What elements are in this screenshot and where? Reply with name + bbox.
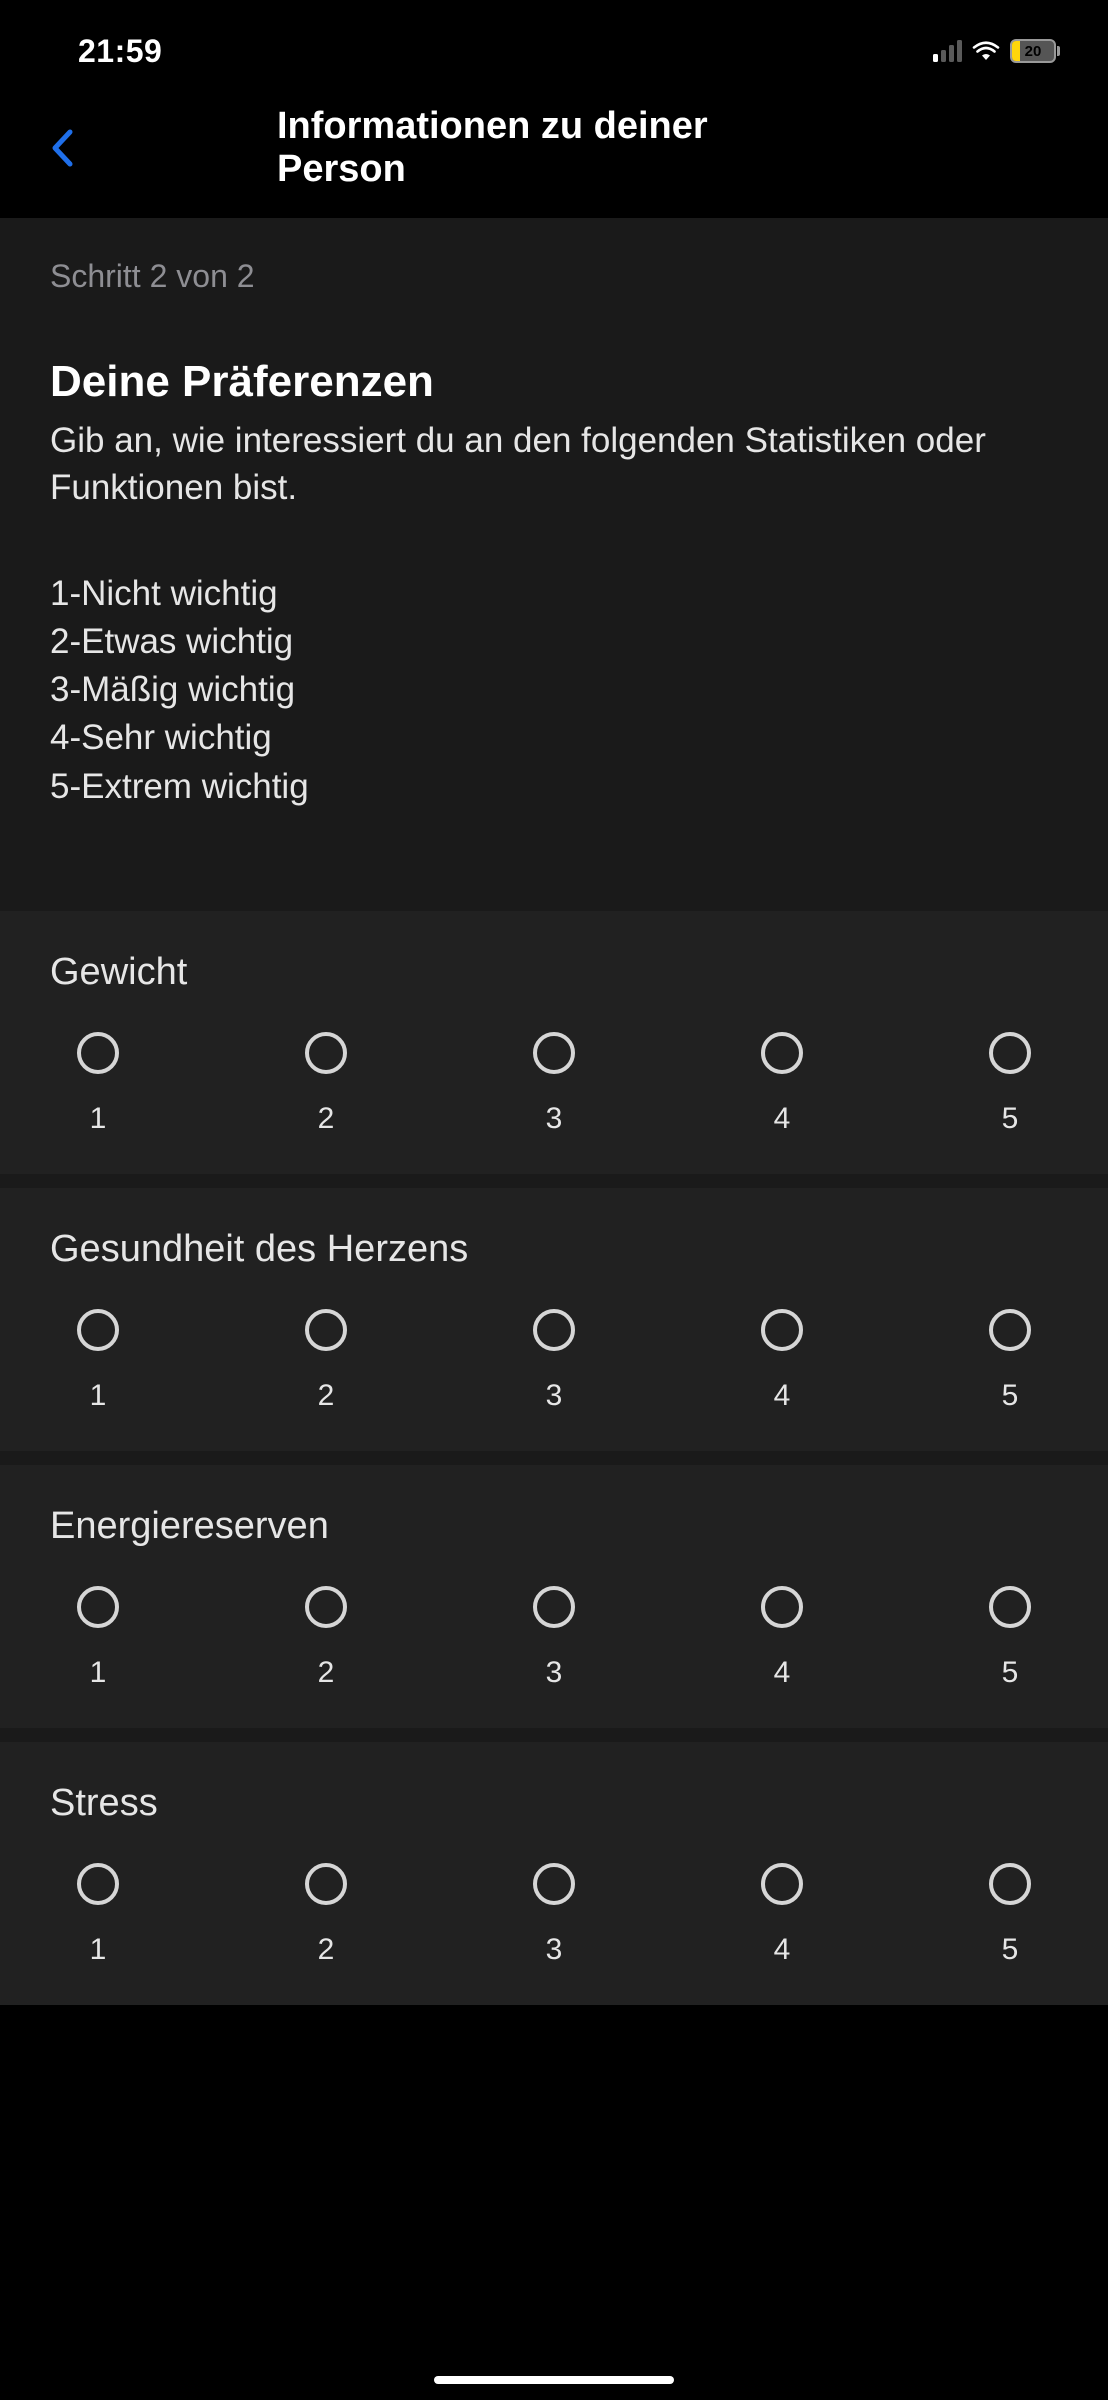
question-block-herz: Gesundheit des Herzens 1 2 3 4 xyxy=(0,1188,1108,1451)
battery-icon: 20 xyxy=(1010,39,1060,63)
section-description: Gib an, wie interessiert du an den folge… xyxy=(50,417,1058,512)
radio-option-5[interactable]: 5 xyxy=(974,1586,1046,1690)
radio-label: 2 xyxy=(318,1379,335,1413)
scale-legend: 1-Nicht wichtig 2-Etwas wichtig 3-Mäßig … xyxy=(50,570,1058,811)
radio-row: 1 2 3 4 5 xyxy=(50,1309,1058,1413)
radio-row: 1 2 3 4 5 xyxy=(50,1586,1058,1690)
radio-circle-icon xyxy=(989,1586,1031,1628)
radio-option-3[interactable]: 3 xyxy=(518,1863,590,1967)
radio-option-4[interactable]: 4 xyxy=(746,1032,818,1136)
step-label: Schritt 2 von 2 xyxy=(50,258,1058,295)
radio-circle-icon xyxy=(989,1309,1031,1351)
radio-option-4[interactable]: 4 xyxy=(746,1309,818,1413)
radio-label: 2 xyxy=(318,1656,335,1690)
radio-label: 5 xyxy=(1002,1656,1019,1690)
radio-option-3[interactable]: 3 xyxy=(518,1309,590,1413)
content: Schritt 2 von 2 Deine Präferenzen Gib an… xyxy=(0,218,1108,2005)
radio-circle-icon xyxy=(533,1863,575,1905)
radio-option-4[interactable]: 4 xyxy=(746,1863,818,1967)
scale-item-1: 1-Nicht wichtig xyxy=(50,570,1058,618)
radio-circle-icon xyxy=(77,1863,119,1905)
radio-circle-icon xyxy=(77,1309,119,1351)
radio-label: 4 xyxy=(774,1379,791,1413)
radio-label: 4 xyxy=(774,1656,791,1690)
radio-option-2[interactable]: 2 xyxy=(290,1586,362,1690)
radio-label: 2 xyxy=(318,1933,335,1967)
question-block-gewicht: Gewicht 1 2 3 4 xyxy=(0,911,1108,1174)
radio-option-5[interactable]: 5 xyxy=(974,1032,1046,1136)
chevron-left-icon xyxy=(50,128,74,168)
radio-label: 1 xyxy=(90,1933,107,1967)
back-button[interactable] xyxy=(32,118,92,178)
radio-row: 1 2 3 4 5 xyxy=(50,1863,1058,1967)
radio-label: 1 xyxy=(90,1102,107,1136)
home-indicator[interactable] xyxy=(434,2376,674,2384)
radio-label: 3 xyxy=(546,1656,563,1690)
radio-circle-icon xyxy=(533,1309,575,1351)
section-title: Deine Präferenzen xyxy=(50,357,1058,407)
radio-circle-icon xyxy=(761,1863,803,1905)
radio-option-4[interactable]: 4 xyxy=(746,1586,818,1690)
question-label: Gewicht xyxy=(50,951,1058,994)
scale-item-4: 4-Sehr wichtig xyxy=(50,714,1058,762)
radio-label: 1 xyxy=(90,1379,107,1413)
status-icons: 20 xyxy=(933,39,1060,63)
radio-label: 4 xyxy=(774,1933,791,1967)
question-label: Gesundheit des Herzens xyxy=(50,1228,1058,1271)
radio-circle-icon xyxy=(533,1586,575,1628)
radio-option-3[interactable]: 3 xyxy=(518,1586,590,1690)
radio-circle-icon xyxy=(989,1863,1031,1905)
intro-section: Schritt 2 von 2 Deine Präferenzen Gib an… xyxy=(0,218,1108,911)
radio-circle-icon xyxy=(989,1032,1031,1074)
radio-option-2[interactable]: 2 xyxy=(290,1309,362,1413)
radio-circle-icon xyxy=(761,1309,803,1351)
radio-option-1[interactable]: 1 xyxy=(62,1032,134,1136)
status-bar: 21:59 20 xyxy=(0,0,1108,90)
radio-option-1[interactable]: 1 xyxy=(62,1863,134,1967)
radio-label: 3 xyxy=(546,1933,563,1967)
status-time: 21:59 xyxy=(78,33,162,70)
radio-circle-icon xyxy=(305,1032,347,1074)
radio-option-2[interactable]: 2 xyxy=(290,1032,362,1136)
question-block-stress: Stress 1 2 3 4 xyxy=(0,1742,1108,2005)
question-label: Energiereserven xyxy=(50,1505,1058,1548)
battery-level: 20 xyxy=(1025,43,1042,60)
nav-header: Informationen zu deiner Person xyxy=(0,90,1108,218)
radio-label: 3 xyxy=(546,1379,563,1413)
scale-item-3: 3-Mäßig wichtig xyxy=(50,666,1058,714)
radio-option-3[interactable]: 3 xyxy=(518,1032,590,1136)
radio-circle-icon xyxy=(77,1032,119,1074)
radio-circle-icon xyxy=(305,1309,347,1351)
radio-label: 3 xyxy=(546,1102,563,1136)
radio-option-1[interactable]: 1 xyxy=(62,1586,134,1690)
questions-list: Gewicht 1 2 3 4 xyxy=(0,911,1108,2005)
question-label: Stress xyxy=(50,1782,1058,1825)
radio-label: 1 xyxy=(90,1656,107,1690)
scale-item-2: 2-Etwas wichtig xyxy=(50,618,1058,666)
radio-circle-icon xyxy=(305,1586,347,1628)
radio-label: 5 xyxy=(1002,1102,1019,1136)
radio-circle-icon xyxy=(77,1586,119,1628)
radio-label: 5 xyxy=(1002,1933,1019,1967)
question-block-energie: Energiereserven 1 2 3 4 xyxy=(0,1465,1108,1728)
cellular-signal-icon xyxy=(933,40,962,62)
radio-circle-icon xyxy=(761,1586,803,1628)
radio-label: 5 xyxy=(1002,1379,1019,1413)
radio-label: 4 xyxy=(774,1102,791,1136)
radio-circle-icon xyxy=(533,1032,575,1074)
radio-option-1[interactable]: 1 xyxy=(62,1309,134,1413)
page-title: Informationen zu deiner Person xyxy=(277,105,831,191)
radio-circle-icon xyxy=(761,1032,803,1074)
radio-option-2[interactable]: 2 xyxy=(290,1863,362,1967)
radio-option-5[interactable]: 5 xyxy=(974,1863,1046,1967)
radio-circle-icon xyxy=(305,1863,347,1905)
radio-row: 1 2 3 4 5 xyxy=(50,1032,1058,1136)
radio-label: 2 xyxy=(318,1102,335,1136)
radio-option-5[interactable]: 5 xyxy=(974,1309,1046,1413)
wifi-icon xyxy=(972,40,1000,62)
scale-item-5: 5-Extrem wichtig xyxy=(50,763,1058,811)
